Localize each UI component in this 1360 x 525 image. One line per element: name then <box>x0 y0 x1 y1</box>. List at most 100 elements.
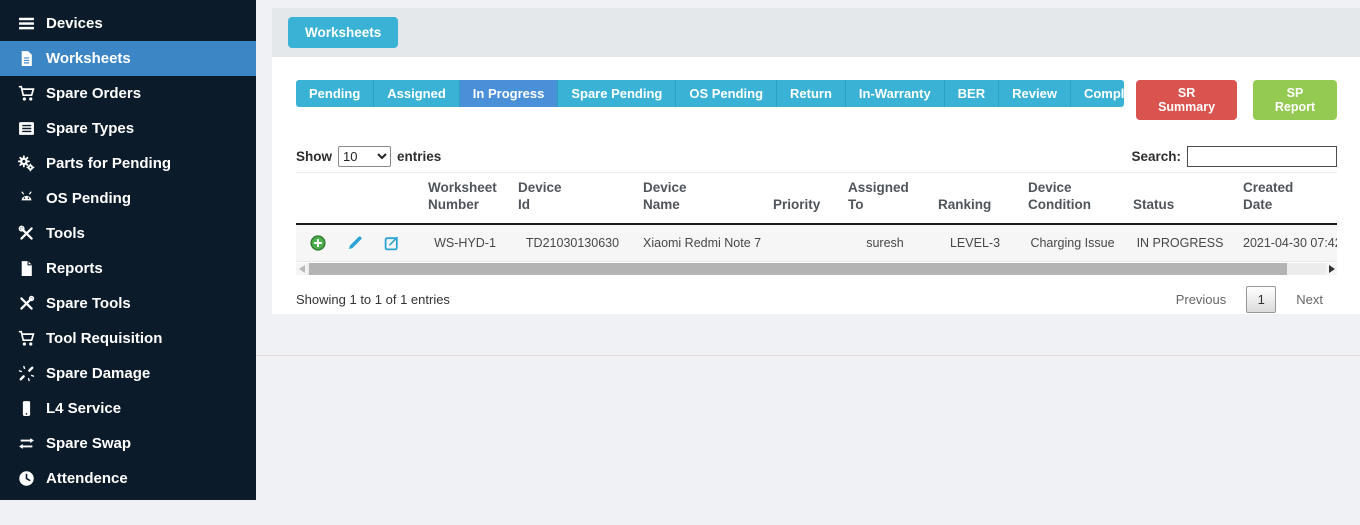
add-circle-icon[interactable] <box>310 235 326 251</box>
list-alt-icon <box>18 120 35 137</box>
worksheets-title-button[interactable]: Worksheets <box>288 17 398 48</box>
entries-select[interactable]: 10 <box>338 146 391 167</box>
sidebar-item-label: OS Pending <box>46 190 131 207</box>
cell-assigned-to: suresh <box>840 224 930 262</box>
scroll-left-arrow-icon[interactable] <box>296 263 307 275</box>
tab-review[interactable]: Review <box>999 80 1071 107</box>
sidebar-item-os-pending[interactable]: OS Pending <box>0 181 256 216</box>
gears-icon <box>18 155 35 172</box>
sidebar-item-label: Parts for Pending <box>46 155 171 172</box>
table-footer-row: Showing 1 to 1 of 1 entries Previous 1 N… <box>296 286 1337 313</box>
search-control: Search: <box>1131 146 1337 167</box>
cell-status: IN PROGRESS <box>1125 224 1235 262</box>
page-header-bar: Worksheets <box>272 8 1360 57</box>
android-icon <box>18 190 35 207</box>
sidebar-item-worksheets[interactable]: Worksheets <box>0 41 256 76</box>
sr-summary-button[interactable]: SR Summary <box>1136 80 1237 120</box>
show-label: Show <box>296 149 332 164</box>
sidebar-item-spare-swap[interactable]: Spare Swap <box>0 426 256 461</box>
sidebar-item-label: Spare Tools <box>46 295 131 312</box>
scrollbar-thumb[interactable] <box>309 263 1287 275</box>
worksheets-table: Worksheet Number Device Id Device Name P… <box>296 173 1337 262</box>
col-header-priority: Priority <box>765 173 840 224</box>
col-header-device-id: Device Id <box>510 173 635 224</box>
bars-icon <box>18 15 35 32</box>
cart-icon <box>18 85 35 102</box>
cell-created-date: 2021-04-30 07:42:2 <box>1235 224 1337 262</box>
row-actions-cell <box>296 224 420 262</box>
search-label: Search: <box>1131 149 1181 164</box>
tab-in-progress[interactable]: In Progress <box>460 80 559 107</box>
sidebar-item-label: Tool Requisition <box>46 330 162 347</box>
page-length-control: Show 10 entries <box>296 146 441 167</box>
col-header-actions <box>296 173 420 224</box>
col-header-device-name: Device Name <box>635 173 765 224</box>
next-page-button[interactable]: Next <box>1282 286 1337 313</box>
cell-worksheet-number: WS-HYD-1 <box>420 224 510 262</box>
cell-device-id: TD21030130630 <box>510 224 635 262</box>
crossed-tools-icon <box>18 295 35 312</box>
page-number-button[interactable]: 1 <box>1246 286 1276 313</box>
sidebar-item-tools[interactable]: Tools <box>0 216 256 251</box>
cart-icon <box>18 330 35 347</box>
table-header-row: Worksheet Number Device Id Device Name P… <box>296 173 1337 224</box>
table-controls-row: Show 10 entries Search: <box>296 146 1337 167</box>
sidebar-item-attendence[interactable]: Attendence <box>0 461 256 496</box>
sidebar-item-parts-for-pending[interactable]: Parts for Pending <box>0 146 256 181</box>
mobile-icon <box>18 400 35 417</box>
cell-device-name: Xiaomi Redmi Note 7 <box>635 224 765 262</box>
cell-device-condition: Charging Issue <box>1020 224 1125 262</box>
clock-icon <box>18 470 35 487</box>
tab-complete[interactable]: Complete <box>1071 80 1124 107</box>
tab-pending[interactable]: Pending <box>296 80 374 107</box>
sidebar-item-spare-orders[interactable]: Spare Orders <box>0 76 256 111</box>
main-content: Worksheets Pending Assigned In Progress … <box>272 0 1360 314</box>
sidebar-item-label: Reports <box>46 260 103 277</box>
file-text-icon <box>18 50 35 67</box>
broken-link-icon <box>18 365 35 382</box>
tab-return[interactable]: Return <box>777 80 846 107</box>
scrollbar-track[interactable] <box>307 263 1326 275</box>
cell-ranking: LEVEL-3 <box>930 224 1020 262</box>
sidebar-item-reports[interactable]: Reports <box>0 251 256 286</box>
swap-arrows-icon <box>18 435 35 452</box>
sidebar-item-spare-tools[interactable]: Spare Tools <box>0 286 256 321</box>
edit-square-icon[interactable] <box>384 235 400 251</box>
worksheets-panel: Pending Assigned In Progress Spare Pendi… <box>272 57 1360 314</box>
col-header-ranking: Ranking <box>930 173 1020 224</box>
sidebar-item-l4-service[interactable]: L4 Service <box>0 391 256 426</box>
col-header-worksheet-number: Worksheet Number <box>420 173 510 224</box>
sidebar: Devices Worksheets Spare Orders Spare Ty… <box>0 0 256 500</box>
sidebar-item-tool-requisition[interactable]: Tool Requisition <box>0 321 256 356</box>
sidebar-item-label: Attendence <box>46 470 128 487</box>
entries-label: entries <box>397 149 441 164</box>
pencil-icon[interactable] <box>347 235 363 251</box>
previous-page-button[interactable]: Previous <box>1162 286 1241 313</box>
sidebar-item-label: Worksheets <box>46 50 131 67</box>
tab-os-pending[interactable]: OS Pending <box>676 80 777 107</box>
sp-report-button[interactable]: SP Report <box>1253 80 1337 120</box>
tab-ber[interactable]: BER <box>945 80 999 107</box>
tab-in-warranty[interactable]: In-Warranty <box>846 80 945 107</box>
tab-assigned[interactable]: Assigned <box>374 80 460 107</box>
sidebar-item-label: Spare Swap <box>46 435 131 452</box>
col-header-assigned-to: Assigned To <box>840 173 930 224</box>
sidebar-item-label: Tools <box>46 225 85 242</box>
sidebar-item-label: L4 Service <box>46 400 121 417</box>
tab-spare-pending[interactable]: Spare Pending <box>558 80 676 107</box>
sidebar-item-label: Spare Orders <box>46 85 141 102</box>
horizontal-scrollbar[interactable] <box>296 263 1337 275</box>
page: { "sidebar": { "active_item": "Worksheet… <box>0 0 1360 525</box>
sidebar-item-spare-types[interactable]: Spare Types <box>0 111 256 146</box>
tabs-row: Pending Assigned In Progress Spare Pendi… <box>296 80 1337 120</box>
content-divider <box>256 355 1360 356</box>
sidebar-item-devices[interactable]: Devices <box>0 6 256 41</box>
status-tabbar: Pending Assigned In Progress Spare Pendi… <box>296 80 1124 107</box>
scroll-right-arrow-icon[interactable] <box>1326 263 1337 275</box>
cell-priority <box>765 224 840 262</box>
worksheets-table-wrapper: Worksheet Number Device Id Device Name P… <box>296 172 1337 262</box>
tools-icon <box>18 225 35 242</box>
sidebar-item-spare-damage[interactable]: Spare Damage <box>0 356 256 391</box>
search-input[interactable] <box>1187 146 1337 167</box>
table-row: WS-HYD-1 TD21030130630 Xiaomi Redmi Note… <box>296 224 1337 262</box>
